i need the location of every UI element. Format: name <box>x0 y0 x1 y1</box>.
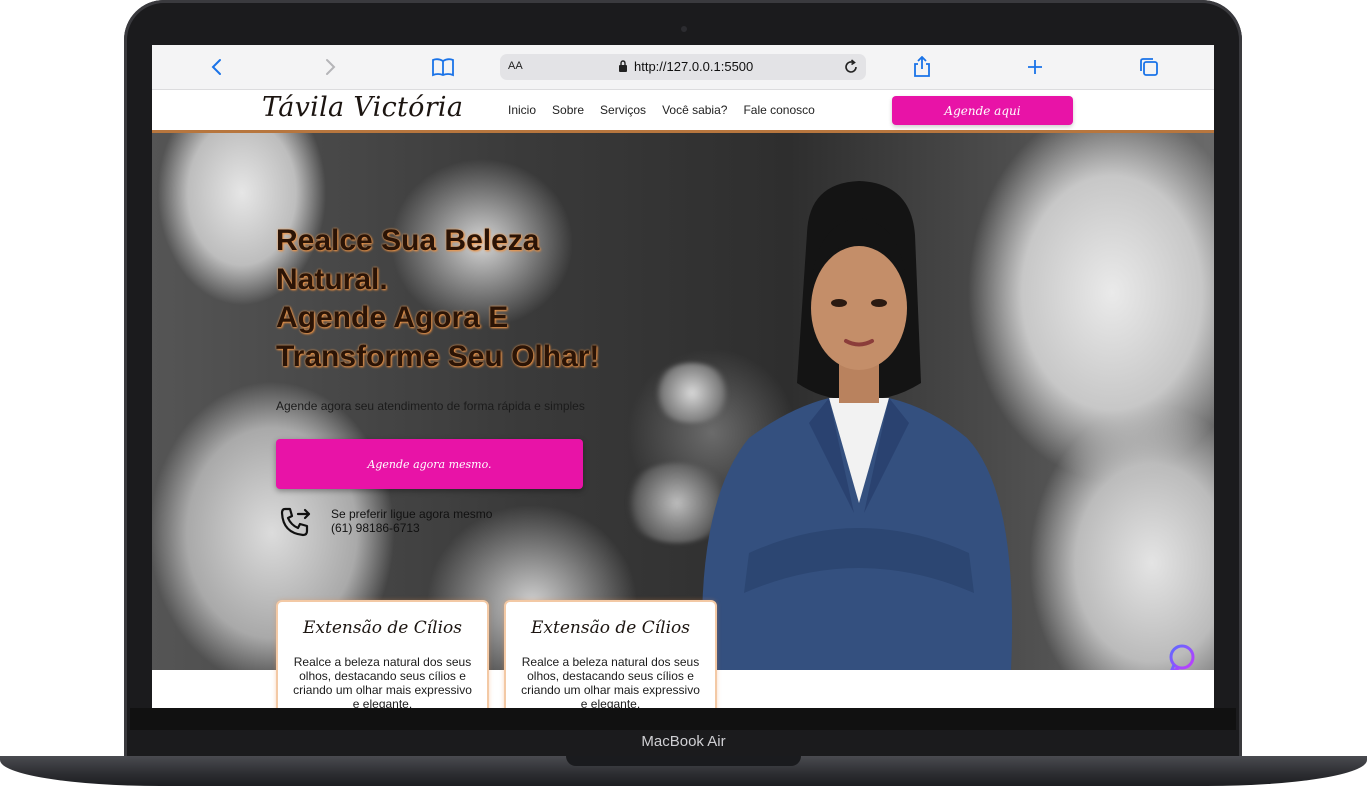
service-card[interactable]: Extensão de Cílios Realce a beleza natur… <box>504 600 717 708</box>
main-nav: Inicio Sobre Serviços Você sabia? Fale c… <box>508 103 815 117</box>
service-card-text: Realce a beleza natural dos seus olhos, … <box>293 655 472 708</box>
woman-portrait-image <box>701 181 1013 670</box>
tabs-icon[interactable] <box>1137 55 1161 79</box>
device-model-label: MacBook Air <box>641 733 726 750</box>
book-icon[interactable] <box>431 55 455 79</box>
lock-icon <box>618 60 628 78</box>
address-bar[interactable]: AA http://127.0.0.1:5500 <box>500 54 866 80</box>
nav-link-inicio[interactable]: Inicio <box>508 103 536 117</box>
hero-title-line: Transforme Seu Olhar! <box>276 339 600 373</box>
browser-toolbar: AA http://127.0.0.1:5500 <box>152 45 1214 90</box>
chat-bubble-icon[interactable] <box>1166 643 1198 670</box>
service-card[interactable]: Extensão de Cílios Realce a beleza natur… <box>276 600 489 708</box>
nav-link-fale-conosco[interactable]: Fale conosco <box>743 103 814 117</box>
service-card-title: Extensão de Cílios <box>531 618 690 638</box>
phone-prompt: Se preferir ligue agora mesmo <box>331 507 493 521</box>
laptop-hinge-notch <box>566 756 801 766</box>
screen-bottom-bezel <box>130 708 1236 730</box>
nav-link-servicos[interactable]: Serviços <box>600 103 646 117</box>
service-card-title: Extensão de Cílios <box>303 618 462 638</box>
site-logo[interactable]: Távila Victória <box>262 92 463 123</box>
hero-title-line: Natural. <box>276 262 388 296</box>
hero-title-line: Realce Sua Beleza <box>276 224 540 257</box>
hero-title-line: Agende Agora E <box>276 301 509 334</box>
text-size-button[interactable]: AA <box>508 60 523 72</box>
schedule-button[interactable]: Agende aqui <box>892 96 1073 125</box>
hero-schedule-button[interactable]: Agende agora mesmo. <box>276 439 583 489</box>
site-header: Távila Victória Inicio Sobre Serviços Vo… <box>152 90 1214 133</box>
share-icon[interactable] <box>910 55 934 79</box>
hero-section: Realce Sua Beleza Natural. Agende Agora … <box>152 133 1214 670</box>
phone-forward-icon[interactable] <box>278 505 312 544</box>
camera <box>681 26 687 32</box>
hero-subtitle: Agende agora seu atendimento de forma rá… <box>276 399 585 413</box>
plus-icon[interactable] <box>1023 55 1047 79</box>
hero-title: Realce Sua Beleza Natural. Agende Agora … <box>276 222 599 376</box>
nav-link-sobre[interactable]: Sobre <box>552 103 584 117</box>
screen: AA http://127.0.0.1:5500 Távila Victória… <box>152 45 1214 708</box>
service-card-text: Realce a beleza natural dos seus olhos, … <box>521 655 700 708</box>
forward-icon[interactable] <box>318 55 342 79</box>
phone-number[interactable]: (61) 98186-6713 <box>331 521 492 535</box>
phone-contact: Se preferir ligue agora mesmo (61) 98186… <box>331 507 492 535</box>
back-icon[interactable] <box>205 55 229 79</box>
url-text: http://127.0.0.1:5500 <box>634 59 754 74</box>
reload-icon[interactable] <box>842 58 860 81</box>
nav-link-voce-sabia[interactable]: Você sabia? <box>662 103 727 117</box>
